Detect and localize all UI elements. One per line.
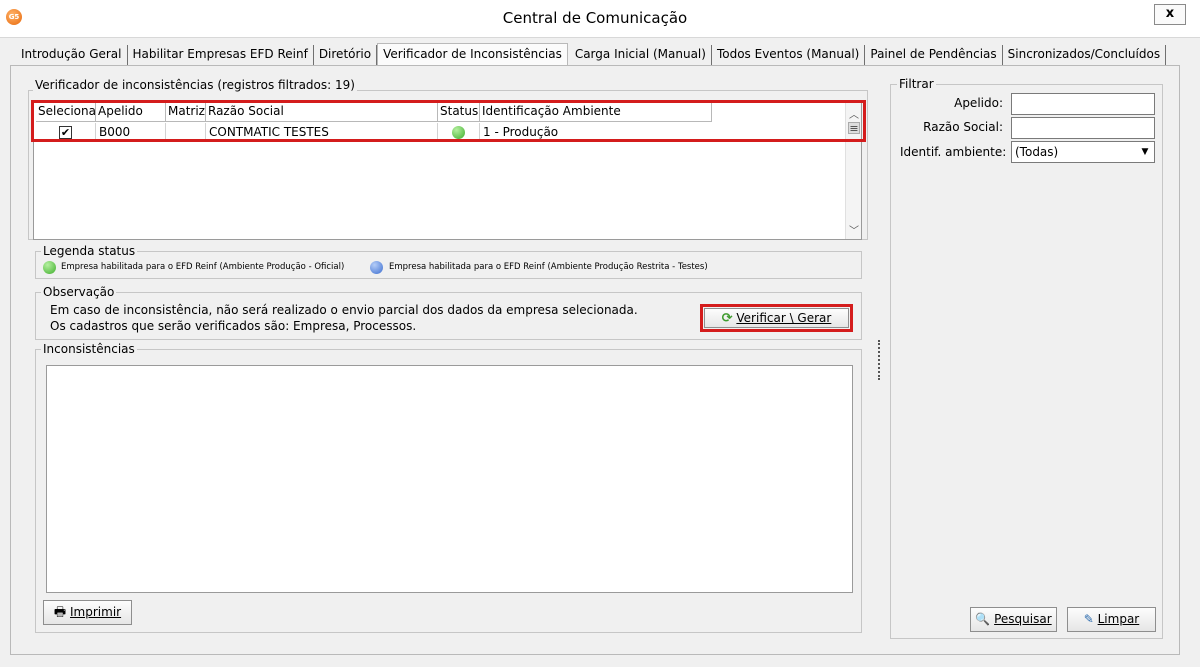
tab-todos-eventos[interactable]: Todos Eventos (Manual) — [712, 45, 866, 65]
scroll-up-icon[interactable]: ︿ — [848, 106, 860, 121]
row-select-cell[interactable]: ✔ — [36, 123, 96, 142]
filter-group-label: Filtrar — [897, 77, 936, 91]
print-button[interactable]: 🖶 Imprimir — [43, 600, 132, 625]
tab-painel-pendencias[interactable]: Painel de Pendências — [865, 45, 1003, 65]
observacao-group-label: Observação — [41, 285, 117, 299]
legend-blue-dot-icon — [370, 261, 383, 274]
col-header-selecionar[interactable]: Selecionar — [36, 102, 96, 122]
identif-ambiente-select[interactable]: (Todas) ▼ — [1011, 141, 1155, 163]
razao-social-label: Razão Social: — [923, 120, 1003, 134]
eraser-icon: ✎ — [1083, 612, 1094, 626]
tab-verificador-inconsistencias[interactable]: Verificador de Inconsistências — [377, 43, 568, 65]
razao-social-input[interactable] — [1011, 117, 1155, 139]
tab-introducao-geral[interactable]: Introdução Geral — [16, 45, 128, 65]
col-header-identificacao-ambiente[interactable]: Identificação Ambiente — [480, 102, 712, 122]
row-matriz — [166, 123, 206, 142]
panel-splitter-grip[interactable] — [878, 340, 882, 380]
close-button[interactable]: x — [1154, 4, 1186, 25]
search-button-label: Pesquisar — [994, 612, 1052, 626]
clear-button-label: Limpar — [1097, 612, 1140, 626]
identif-ambiente-label: Identif. ambiente: — [900, 145, 1007, 159]
companies-grid[interactable]: Selecionar Apelido Matriz Razão Social S… — [33, 101, 862, 240]
verify-generate-button[interactable]: ⟳ Verificar \ Gerar — [704, 308, 849, 328]
row-apelido: B000 — [96, 123, 166, 142]
tab-carga-inicial[interactable]: Carga Inicial (Manual) — [570, 45, 712, 65]
tab-strip: Introdução Geral Habilitar Empresas EFD … — [16, 43, 1167, 65]
apelido-input[interactable] — [1011, 93, 1155, 115]
search-button[interactable]: 🔍 Pesquisar — [970, 607, 1057, 632]
observacao-line-2: Os cadastros que serão verificados são: … — [50, 319, 417, 333]
apelido-label: Apelido: — [954, 96, 1003, 110]
scroll-down-icon[interactable]: ﹀ — [848, 222, 860, 237]
tab-sincronizados[interactable]: Sincronizados/Concluídos — [1003, 45, 1167, 65]
legend-green-dot-icon — [43, 261, 56, 274]
magnifier-icon: 🔍 — [975, 612, 991, 626]
window-title: Central de Comunicação — [502, 9, 688, 27]
filter-group — [890, 84, 1163, 639]
col-header-apelido[interactable]: Apelido — [96, 102, 166, 122]
row-select-checkbox[interactable]: ✔ — [59, 126, 72, 139]
row-razao-social: CONTMATIC TESTES — [206, 123, 438, 142]
verifier-group-label: Verificador de inconsistências (registro… — [33, 78, 357, 92]
clear-button[interactable]: ✎ Limpar — [1067, 607, 1156, 632]
inconsistencias-textarea[interactable] — [46, 365, 853, 593]
table-row[interactable]: ✔ B000 CONTMATIC TESTES 1 - Produção — [36, 123, 712, 142]
identif-ambiente-value: (Todas) — [1015, 145, 1059, 159]
verify-button-label: Verificar \ Gerar — [736, 311, 832, 325]
inconsistencias-group-label: Inconsistências — [41, 342, 137, 356]
printer-icon: 🖶 — [53, 605, 67, 620]
status-green-dot-icon — [452, 126, 465, 139]
legend-group-label: Legenda status — [41, 244, 138, 258]
col-header-status[interactable]: Status — [438, 102, 480, 122]
observacao-line-1: Em caso de inconsistência, não será real… — [50, 303, 638, 317]
refresh-icon: ⟳ — [721, 311, 733, 326]
legend-item-producao: Empresa habilitada para o EFD Reinf (Amb… — [61, 262, 345, 272]
tab-diretorio[interactable]: Diretório — [314, 45, 378, 65]
scroll-thumb[interactable]: ≡ — [848, 122, 860, 135]
print-button-label: Imprimir — [70, 605, 122, 619]
tab-habilitar-empresas[interactable]: Habilitar Empresas EFD Reinf — [128, 45, 314, 65]
col-header-razao-social[interactable]: Razão Social — [206, 102, 438, 122]
legend-item-restrita: Empresa habilitada para o EFD Reinf (Amb… — [389, 262, 708, 272]
grid-vertical-scrollbar[interactable]: ︿ ≡ ﹀ — [845, 102, 861, 239]
row-ambiente: 1 - Produção — [483, 125, 559, 139]
row-status-cell — [438, 123, 480, 142]
chevron-down-icon[interactable]: ▼ — [1138, 143, 1152, 161]
col-header-matriz[interactable]: Matriz — [166, 102, 206, 122]
